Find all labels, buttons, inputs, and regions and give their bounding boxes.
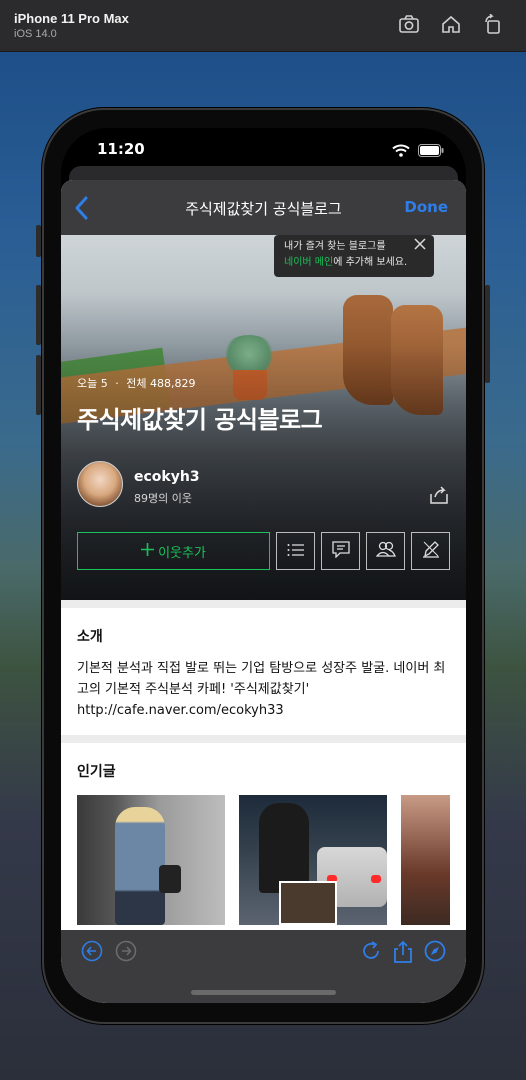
guestbook-button[interactable] [321, 532, 360, 570]
neighbor-count: 89명의 이웃 [134, 492, 192, 505]
neighbors-button[interactable] [366, 532, 405, 570]
thumbnail-figure [115, 807, 165, 925]
write-post-button[interactable] [411, 532, 450, 570]
thumbnail-detail [371, 875, 381, 883]
notch [163, 128, 363, 158]
home-indicator [191, 990, 336, 995]
add-to-main-tooltip: 내가 즐겨 찾는 블로그를 네이버 메인에 추가해 보세요. [274, 235, 434, 277]
done-button[interactable]: Done [404, 198, 448, 216]
thumbnail-detail [159, 865, 181, 893]
mute-switch [36, 225, 41, 257]
popular-heading: 인기글 [77, 764, 116, 780]
total-count: 전체 488,829 [126, 377, 196, 390]
simulator-device-name: iPhone 11 Pro Max [14, 11, 129, 26]
popular-post-thumbnail[interactable] [239, 795, 387, 925]
battery-icon [418, 142, 444, 161]
popular-post-thumbnail[interactable] [77, 795, 225, 925]
power-button [485, 285, 490, 383]
section-divider [61, 735, 466, 743]
close-icon[interactable] [414, 238, 426, 250]
share-icon[interactable] [428, 485, 450, 505]
popular-posts-carousel [77, 795, 450, 925]
username[interactable]: ecokyh3 [134, 469, 200, 485]
avatar[interactable] [77, 461, 123, 507]
simulator-titlebar: iPhone 11 Pro Max iOS 14.0 [0, 0, 526, 52]
stats-separator: · [115, 377, 119, 390]
today-count: 오늘 5 [77, 377, 108, 390]
navigation-bar: 주식제값찾기 공식블로그 Done [61, 180, 466, 235]
visitor-stats: 오늘 5 · 전체 488,829 [77, 375, 195, 391]
forward-arrow-icon[interactable] [115, 940, 137, 966]
thumbnail-figure [259, 803, 309, 893]
camera-icon[interactable] [398, 14, 420, 34]
tooltip-line-1: 내가 즐겨 찾는 블로그를 [284, 241, 386, 252]
comment-icon [331, 540, 350, 562]
blog-content: 소개 기본적 분석과 직접 발로 뛰는 기업 탐방으로 성장주 발굴. 네이버 … [61, 600, 466, 939]
blog-cover: 내가 즐겨 찾는 블로그를 네이버 메인에 추가해 보세요. 오늘 5 · 전체… [61, 235, 466, 600]
edit-icon [422, 540, 440, 562]
volume-down-button [36, 355, 41, 415]
post-list-button[interactable] [276, 532, 315, 570]
thumbnail-inset [279, 881, 337, 925]
plus-icon [141, 542, 155, 560]
popular-section: 인기글 [61, 743, 466, 939]
list-icon [287, 542, 305, 561]
section-divider [61, 600, 466, 608]
add-neighbor-button[interactable]: 이웃추가 [77, 532, 270, 570]
simulator-os-version: iOS 14.0 [14, 28, 57, 40]
tooltip-link[interactable]: 네이버 메인 [284, 257, 333, 268]
popular-post-thumbnail[interactable] [401, 795, 450, 925]
home-icon[interactable] [440, 14, 462, 34]
rotate-icon[interactable] [482, 14, 504, 34]
phone-screen: 11:20 주식제값찾기 공식블로그 Done 내가 즐겨 찾는 블로그를 네이… [61, 128, 466, 1003]
safari-view-sheet: 주식제값찾기 공식블로그 Done 내가 즐겨 찾는 블로그를 네이버 메인에 … [61, 180, 466, 1003]
back-arrow-icon[interactable] [81, 940, 103, 966]
share-sheet-icon[interactable] [392, 940, 414, 968]
wifi-icon [392, 142, 410, 161]
status-time: 11:20 [97, 140, 145, 158]
intro-section: 소개 기본적 분석과 직접 발로 뛰는 기업 탐방으로 성장주 발굴. 네이버 … [61, 608, 466, 735]
tooltip-line-2: 에 추가해 보세요. [333, 257, 408, 268]
intro-heading: 소개 [77, 629, 103, 645]
reload-icon[interactable] [360, 940, 382, 968]
people-icon [375, 541, 396, 561]
volume-up-button [36, 285, 41, 345]
blog-title: 주식제값찾기 공식블로그 [77, 406, 323, 434]
action-buttons: 이웃추가 [77, 532, 450, 570]
intro-text: 기본적 분석과 직접 발로 뛰는 기업 탐방으로 성장주 발굴. 네이버 최고의… [77, 661, 446, 718]
safari-compass-icon[interactable] [424, 940, 446, 968]
add-neighbor-label: 이웃추가 [158, 545, 206, 561]
